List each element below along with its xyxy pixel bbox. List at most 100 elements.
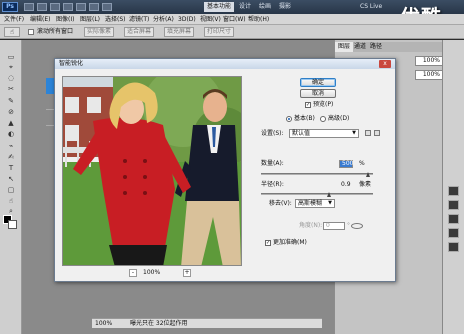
delete-settings-icon[interactable] (374, 130, 380, 136)
gradient-tool-icon[interactable]: ▲ (2, 118, 20, 128)
cs-live-button[interactable]: CS Live (360, 2, 382, 12)
type-tool-icon[interactable]: T (2, 163, 20, 173)
radius-slider[interactable] (261, 193, 373, 195)
zoom-level-icon[interactable] (50, 3, 60, 11)
preview-checkbox[interactable]: ✓ (305, 102, 311, 108)
more-accurate-checkbox[interactable]: ✓ (265, 240, 271, 246)
preview-photo (63, 77, 241, 265)
menu-bar: 文件(F) 编辑(E) 图像(I) 图层(L) 选择(S) 滤镜(T) 分析(A… (0, 14, 464, 25)
amount-label: 数量(A): (261, 160, 284, 167)
layers-panel-icon[interactable] (448, 214, 459, 224)
zoom-level: 100% (143, 269, 161, 276)
background-color-swatch[interactable] (8, 220, 17, 229)
app-title-bar: Ps 基本功能 设计 绘画 摄影 CS Live (0, 0, 464, 14)
masks-panel-icon[interactable] (448, 200, 459, 210)
ok-button[interactable]: 确定 (300, 78, 336, 87)
angle-unit: ° (347, 222, 350, 229)
amount-unit: % (359, 160, 365, 167)
zoom-in-button[interactable]: + (183, 269, 191, 277)
menu-3d[interactable]: 3D(D) (178, 14, 196, 25)
workspace-painting-button[interactable]: 绘画 (256, 2, 274, 12)
move-tool-icon[interactable]: ⌖ (2, 62, 20, 72)
radius-field[interactable]: 0.9 (341, 181, 351, 189)
chevron-down-icon: ▼ (352, 130, 356, 136)
workspace-essentials-button[interactable]: 基本功能 (204, 2, 235, 12)
angle-field[interactable]: 0 (323, 222, 345, 230)
menu-layer[interactable]: 图层(L) (80, 14, 100, 25)
paths-panel-icon[interactable] (448, 242, 459, 252)
opacity-field[interactable]: 100% (415, 56, 443, 66)
basic-mode-radio[interactable] (286, 116, 292, 122)
settings-label: 设置(S): (261, 130, 284, 137)
menu-filter[interactable]: 滤镜(T) (129, 14, 149, 25)
more-accurate-label: 更加准确(M) (273, 239, 307, 246)
menu-select[interactable]: 选择(S) (105, 14, 126, 25)
hand-tool-icon[interactable]: ☝ (2, 196, 20, 206)
menu-edit[interactable]: 编辑(E) (30, 14, 50, 25)
hand-view-icon[interactable] (63, 3, 73, 11)
smart-sharpen-dialog: 智能锐化 x - 100% + 确定 取消 ✓ 预览(P) 基本(B) 高级(D… (54, 58, 396, 282)
crop-tool-icon[interactable]: ✂ (2, 84, 20, 94)
amount-field[interactable]: 500 (339, 160, 353, 168)
close-icon[interactable]: x (379, 60, 391, 68)
actual-pixels-button[interactable]: 实际像素 (84, 27, 114, 37)
menu-help[interactable]: 帮助(H) (248, 14, 269, 25)
dodge-tool-icon[interactable]: ◐ (2, 129, 20, 139)
minibridge-icon[interactable] (37, 3, 47, 11)
brush-tool-icon[interactable]: ✎ (2, 96, 20, 106)
workspace-design-button[interactable]: 设计 (236, 2, 254, 12)
arrange-documents-icon[interactable] (89, 3, 99, 11)
preview-image[interactable] (62, 76, 242, 266)
status-zoom[interactable]: 100% (95, 319, 112, 329)
radius-unit: 像素 (359, 181, 372, 188)
radius-label: 半径(R): (261, 181, 284, 188)
screen-mode-icon[interactable] (102, 3, 112, 11)
print-size-button[interactable]: 打印尺寸 (204, 27, 234, 37)
dialog-title: 智能锐化 (59, 60, 84, 67)
tab-paths[interactable]: 路径 (367, 42, 385, 52)
settings-select[interactable]: 默认值 ▼ (289, 129, 359, 138)
remove-value: 高斯模糊 (298, 200, 323, 207)
status-text: 曝光只在 32位起作用 (130, 320, 188, 327)
hand-tool-icon[interactable]: ☝ (4, 27, 20, 37)
save-settings-icon[interactable] (365, 130, 371, 136)
photoshop-logo: Ps (2, 2, 18, 12)
path-tool-icon[interactable]: ✍ (2, 152, 20, 162)
path-select-tool-icon[interactable]: ↖ (2, 174, 20, 184)
pen-tool-icon[interactable]: ⌁ (2, 141, 20, 151)
workspace-photography-button[interactable]: 摄影 (276, 2, 294, 12)
advanced-mode-label: 高级(D) (328, 115, 350, 122)
shape-tool-icon[interactable]: ▢ (2, 185, 20, 195)
zoom-out-button[interactable]: - (129, 269, 137, 277)
tools-panel: ▭ ⌖ ◌ ✂ ✎ ⊘ ▲ ◐ ⌁ ✍ T ↖ ▢ ☝ ⌕ (0, 40, 22, 334)
lasso-tool-icon[interactable]: ◌ (2, 73, 20, 83)
dialog-titlebar[interactable]: 智能锐化 x (55, 59, 395, 69)
menu-image[interactable]: 图像(I) (56, 14, 74, 25)
menu-window[interactable]: 窗口(W) (223, 14, 246, 25)
remove-select[interactable]: 高斯模糊 ▼ (295, 199, 335, 208)
advanced-mode-radio[interactable] (320, 116, 326, 122)
settings-value: 默认值 (292, 130, 311, 137)
fill-field[interactable]: 100% (415, 70, 443, 80)
remove-label: 移去(V): (269, 200, 292, 207)
adjustments-panel-icon[interactable] (448, 186, 459, 196)
cancel-button[interactable]: 取消 (300, 89, 336, 98)
status-bar: 100% 曝光只在 32位起作用 (92, 318, 322, 328)
scroll-all-windows-label: 滚动所有窗口 (37, 28, 74, 35)
preview-label: 预览(P) (313, 101, 334, 108)
fill-screen-button[interactable]: 填充屏幕 (164, 27, 194, 37)
amount-slider[interactable] (261, 173, 373, 175)
eraser-tool-icon[interactable]: ⊘ (2, 107, 20, 117)
bridge-icon[interactable] (24, 3, 34, 11)
menu-analysis[interactable]: 分析(A) (153, 14, 174, 25)
angle-dial-icon[interactable] (351, 223, 363, 229)
menu-file[interactable]: 文件(F) (4, 14, 24, 25)
fit-screen-button[interactable]: 适合屏幕 (124, 27, 154, 37)
menu-view[interactable]: 视图(V) (200, 14, 221, 25)
marquee-tool-icon[interactable]: ▭ (2, 52, 20, 62)
scroll-all-windows-checkbox[interactable] (28, 29, 34, 35)
chevron-down-icon: ▼ (328, 200, 332, 206)
channels-panel-icon[interactable] (448, 228, 459, 238)
rotate-view-icon[interactable] (76, 3, 86, 11)
options-bar: ☝ 滚动所有窗口 实际像素 适合屏幕 填充屏幕 打印尺寸 (0, 25, 464, 39)
